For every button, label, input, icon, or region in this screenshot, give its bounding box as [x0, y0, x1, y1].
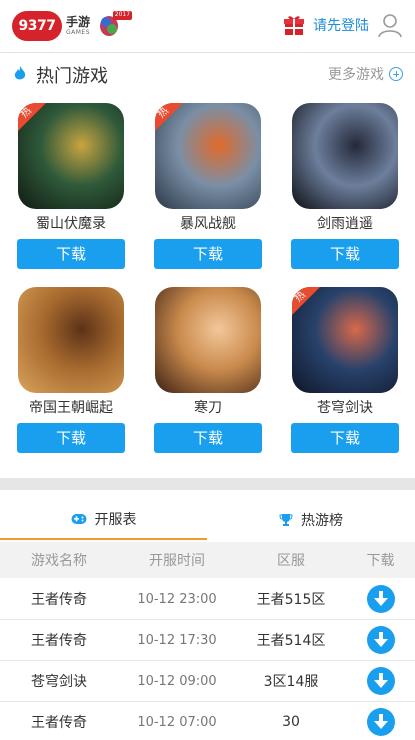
download-button[interactable]: 下载 [291, 423, 399, 453]
game-name: 剑雨逍遥 [317, 216, 373, 232]
plus-circle-icon [389, 67, 403, 81]
cell-time: 10-12 07:00 [137, 714, 217, 730]
flame-icon [14, 66, 26, 80]
table-row[interactable]: 王者传奇 10-12 23:00 王者515区 [0, 579, 415, 620]
column-header: 区服 [277, 553, 305, 569]
game-card[interactable]: 帝国王朝崛起 下载 [17, 287, 125, 453]
game-name: 帝国王朝崛起 [29, 400, 113, 416]
login-link[interactable]: 请先登陆 [313, 15, 369, 35]
cell-game: 苍穹剑诀 [31, 674, 87, 690]
download-arrow-icon[interactable] [366, 667, 395, 695]
cell-server: 王者514区 [256, 633, 326, 649]
download-arrow-icon[interactable] [366, 626, 395, 654]
cell-server: 30 [282, 714, 300, 730]
hot-games-header: 热门游戏 更多游戏 [0, 54, 415, 94]
download-button[interactable]: 下载 [154, 423, 262, 453]
game-card[interactable]: 剑雨逍遥 下载 [291, 103, 399, 269]
game-name: 苍穹剑诀 [317, 400, 373, 416]
cell-server: 王者515区 [256, 592, 326, 608]
tab-label: 开服表 [94, 512, 137, 528]
trophy-icon [279, 514, 293, 526]
game-name: 暴风战舰 [180, 216, 236, 232]
server-tabs: 开服表 热游榜 [0, 500, 415, 540]
user-icon[interactable] [377, 12, 403, 38]
game-card[interactable]: 热 苍穹剑诀 下载 [291, 287, 399, 453]
gamepad-icon [71, 514, 86, 524]
game-card[interactable]: 热 暴风战舰 下载 [154, 103, 262, 269]
download-arrow-icon[interactable] [366, 585, 395, 613]
column-header: 游戏名称 [31, 553, 87, 569]
tab-label: 热游榜 [301, 513, 343, 529]
tab-hot-ranking[interactable]: 热游榜 [207, 500, 415, 540]
cell-time: 10-12 09:00 [137, 673, 217, 689]
logo-decoration: 2017 [96, 9, 133, 43]
more-games-label: 更多游戏 [328, 67, 384, 83]
more-games-link[interactable]: 更多游戏 [328, 64, 403, 84]
logo-badge: 9377 [12, 11, 62, 41]
game-name: 蜀山伏魔录 [36, 216, 106, 232]
game-card[interactable]: 寒刀 下载 [154, 287, 262, 453]
download-button[interactable]: 下载 [154, 239, 262, 269]
game-card[interactable]: 热 蜀山伏魔录 下载 [17, 103, 125, 269]
cell-server: 3区14服 [263, 674, 319, 690]
table-header: 游戏名称 开服时间 区服 下载 [0, 542, 415, 578]
table-row[interactable]: 王者传奇 10-12 07:00 30 [0, 702, 415, 740]
logo-en-text: GAMES [66, 29, 91, 36]
game-name: 寒刀 [194, 400, 222, 416]
tab-server-list[interactable]: 开服表 [0, 500, 207, 540]
section-title: 热门游戏 [36, 66, 108, 87]
game-icon[interactable]: 热 [155, 103, 261, 209]
logo-year-tag: 2017 [112, 11, 133, 20]
table-row[interactable]: 苍穹剑诀 10-12 09:00 3区14服 [0, 661, 415, 702]
download-arrow-icon[interactable] [366, 708, 395, 736]
logo-cn-text: 手游 [66, 15, 91, 29]
cell-game: 王者传奇 [31, 633, 87, 649]
login-area[interactable]: 请先登陆 [283, 12, 403, 38]
download-button[interactable]: 下载 [291, 239, 399, 269]
section-divider [0, 478, 415, 490]
game-icon[interactable]: 热 [18, 103, 124, 209]
game-icon[interactable] [155, 287, 261, 393]
top-header: 9377 手游 GAMES 2017 请先登陆 [0, 0, 415, 53]
cell-time: 10-12 17:30 [137, 632, 217, 648]
cell-game: 王者传奇 [31, 715, 87, 731]
game-icon[interactable]: 热 [292, 287, 398, 393]
table-row[interactable]: 王者传奇 10-12 17:30 王者514区 [0, 620, 415, 661]
gift-icon[interactable] [283, 14, 305, 36]
download-button[interactable]: 下载 [17, 239, 125, 269]
cell-time: 10-12 23:00 [137, 591, 217, 607]
cell-game: 王者传奇 [31, 592, 87, 608]
site-logo[interactable]: 9377 手游 GAMES 2017 [12, 9, 133, 43]
download-button[interactable]: 下载 [17, 423, 125, 453]
game-icon[interactable] [292, 103, 398, 209]
game-icon[interactable] [18, 287, 124, 393]
column-header: 开服时间 [149, 553, 205, 569]
column-header: 下载 [366, 553, 395, 569]
